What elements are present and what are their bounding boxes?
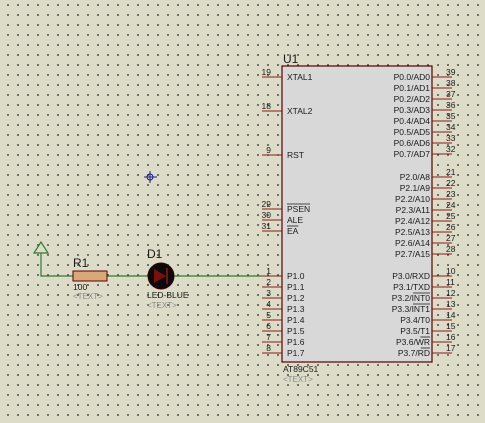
pin-11-name: P3.1/TXD (393, 282, 430, 292)
pin-23-name: P2.2/A10 (395, 194, 430, 204)
pin-21-name: P2.0/A8 (400, 172, 431, 182)
pin-15-number: 15 (446, 321, 456, 331)
resistor-r1[interactable]: R1 100 <TEXT> (72, 256, 108, 301)
pin-39-number: 39 (446, 67, 456, 77)
pin-36-name: P0.3/AD3 (394, 105, 431, 115)
pin-9-name: RST (287, 150, 304, 160)
pin-27-number: 27 (446, 233, 456, 243)
pin-35-name: P0.4/AD4 (394, 116, 431, 126)
pin-10-number: 10 (446, 266, 456, 276)
pin-8-number: 8 (266, 343, 271, 353)
pin-36-number: 36 (446, 100, 456, 110)
pin-17-number: 17 (446, 343, 456, 353)
pin-3-name: P1.2 (287, 293, 305, 303)
pin-12-name: P3.2/INT0 (392, 293, 431, 303)
pin-6-number: 6 (266, 321, 271, 331)
pin-38-name: P0.1/AD1 (394, 83, 431, 93)
led-ref-label: D1 (147, 247, 163, 261)
pin-18-number: 18 (262, 101, 272, 111)
pin-24-name: P2.3/A11 (396, 205, 431, 215)
chip-text-placeholder: <TEXT> (283, 375, 313, 384)
pin-38-number: 38 (446, 78, 456, 88)
pin-17-name: P3.7/RD (398, 348, 430, 358)
pin-6-name: P1.5 (287, 326, 305, 336)
pin-10-name: P3.0/RXD (392, 271, 430, 281)
pin-29-name: PSEN (287, 204, 310, 214)
pin-28-name: P2.7/A15 (395, 249, 430, 259)
pin-37-number: 37 (446, 89, 456, 99)
pin-28-number: 28 (446, 244, 456, 254)
microcontroller-u1[interactable]: U1 AT89C51 <TEXT> 19 XTAL118 XTAL29 RST29 PS… (262, 52, 456, 384)
pin-22-name: P2.1/A9 (400, 183, 431, 193)
pin-19-name: XTAL1 (287, 72, 313, 82)
resistor-text-placeholder: <TEXT> (73, 292, 103, 301)
pin-29-number: 29 (262, 199, 272, 209)
pin-18-name: XTAL2 (287, 106, 313, 116)
pin-26-name: P2.5/A13 (395, 227, 430, 237)
schematic-canvas[interactable]: U1 AT89C51 <TEXT> 19 XTAL118 XTAL29 RST29 PS… (0, 0, 485, 423)
pin-32-number: 32 (446, 144, 456, 154)
pin-27-name: P2.6/A14 (395, 238, 430, 248)
pin-4-number: 4 (266, 299, 271, 309)
pin-19-number: 19 (262, 67, 272, 77)
pin-13-name: P3.3/INT1 (392, 304, 431, 314)
led-d1[interactable]: D1 LED-BLUE <TEXT> (147, 247, 189, 310)
chip-part-label: AT89C51 (283, 364, 319, 374)
chip-right-pins: 39 P0.0/AD0 38 P0.1/AD1 37 P0.2/AD2 36 P0.3/AD3… (392, 67, 456, 358)
resistor-body (72, 270, 108, 282)
pin-9-number: 9 (266, 145, 271, 155)
pin-34-number: 34 (446, 122, 456, 132)
resistor-value-label: 100 (73, 282, 87, 292)
chip-ref-label: U1 (283, 52, 299, 66)
pin-39-name: P0.0/AD0 (394, 72, 431, 82)
pin-14-name: P3.4/T0 (400, 315, 430, 325)
pin-1-number: 1 (266, 266, 271, 276)
pin-8-name: P1.7 (287, 348, 305, 358)
pin-3-number: 3 (266, 288, 271, 298)
pin-2-name: P1.1 (287, 282, 305, 292)
pin-2-number: 2 (266, 277, 271, 287)
pin-16-name: P3.6/WR (396, 337, 430, 347)
pin-35-number: 35 (446, 111, 456, 121)
ground-wire[interactable] (40, 253, 73, 277)
ground-terminal[interactable] (32, 240, 50, 254)
pin-26-number: 26 (446, 222, 456, 232)
pin-31-name: EA (287, 226, 299, 236)
pin-30-number: 30 (262, 210, 272, 220)
pin-30-name: ALE (287, 215, 303, 225)
pin-24-number: 24 (446, 200, 456, 210)
pin-21-number: 21 (446, 167, 456, 177)
pin-4-name: P1.3 (287, 304, 305, 314)
pin-37-name: P0.2/AD2 (394, 94, 431, 104)
pin-14-number: 14 (446, 310, 456, 320)
pin-12-number: 12 (446, 288, 456, 298)
led-value-label: LED-BLUE (147, 290, 189, 300)
pin-25-name: P2.4/A12 (395, 216, 430, 226)
pin-25-number: 25 (446, 211, 456, 221)
terminal-arrow-icon (32, 240, 50, 254)
pin-23-number: 23 (446, 189, 456, 199)
pin-13-number: 13 (446, 299, 456, 309)
pin-31-number: 31 (262, 221, 272, 231)
pin-1-name: P1.0 (287, 271, 305, 281)
led-text-placeholder: <TEXT> (147, 301, 177, 310)
pin-34-name: P0.5/AD5 (394, 127, 431, 137)
pin-33-number: 33 (446, 133, 456, 143)
pin-16-number: 16 (446, 332, 456, 342)
pin-33-name: P0.6/AD6 (394, 138, 431, 148)
pin-5-name: P1.4 (287, 315, 305, 325)
pin-7-number: 7 (266, 332, 271, 342)
origin-crosshair-icon (144, 171, 157, 183)
pin-22-number: 22 (446, 178, 456, 188)
pin-11-number: 11 (446, 277, 455, 287)
resistor-ref-label: R1 (73, 256, 89, 270)
pin-15-name: P3.5/T1 (400, 326, 430, 336)
pin-5-number: 5 (266, 310, 271, 320)
pin-7-name: P1.6 (287, 337, 305, 347)
pin-32-name: P0.7/AD7 (394, 149, 431, 159)
